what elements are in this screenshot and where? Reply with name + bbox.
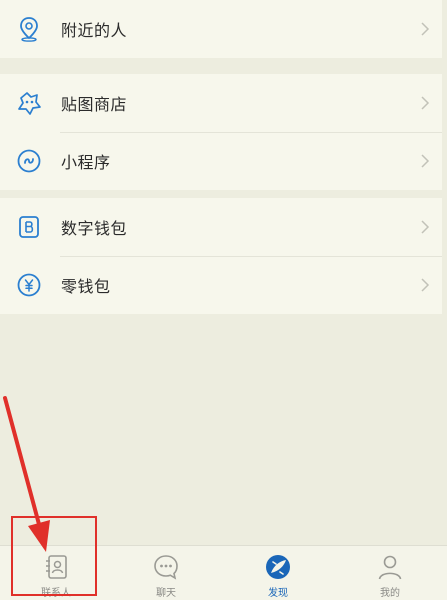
tab-chat[interactable]: 聊天 (110, 546, 222, 600)
profile-icon (378, 555, 402, 580)
discover-icon (266, 555, 290, 579)
chevron-right-icon (421, 220, 430, 234)
chevron-right-icon (421, 96, 430, 110)
tab-profile[interactable]: 我的 (334, 546, 446, 600)
menu-item-label: 小程序 (61, 153, 111, 172)
tab-label: 发现 (268, 588, 288, 599)
chevron-right-icon (421, 278, 430, 292)
chat-icon (154, 555, 178, 580)
tab-label: 我的 (380, 588, 400, 599)
mini-program-icon (16, 148, 42, 174)
menu-item-label: 附近的人 (61, 21, 128, 40)
menu-item-label: 零钱包 (61, 277, 111, 296)
coin-purse-icon (16, 272, 42, 298)
menu-group-nearby: 附近的人 (0, 0, 442, 58)
tab-label: 聊天 (156, 588, 176, 599)
menu-item-label: 贴图商店 (61, 95, 128, 114)
location-pin-icon (16, 16, 42, 42)
menu-item-coin-purse[interactable]: 零钱包 (0, 256, 442, 314)
annotation-highlight-box (11, 516, 97, 596)
chevron-right-icon (421, 22, 430, 36)
chevron-right-icon (421, 154, 430, 168)
menu-group-wallet: 数字钱包 零钱包 (0, 198, 442, 314)
menu-item-digital-wallet[interactable]: 数字钱包 (0, 198, 442, 256)
digital-wallet-icon (16, 214, 42, 240)
menu-item-label: 数字钱包 (61, 219, 128, 238)
menu-item-sticker-store[interactable]: 贴图商店 (0, 74, 442, 132)
sticker-icon (16, 90, 42, 116)
menu-item-mini-program[interactable]: 小程序 (0, 132, 442, 190)
menu-group-services: 贴图商店 小程序 (0, 74, 442, 190)
tab-discover[interactable]: 发现 (222, 546, 334, 600)
menu-item-nearby-people[interactable]: 附近的人 (0, 0, 442, 58)
